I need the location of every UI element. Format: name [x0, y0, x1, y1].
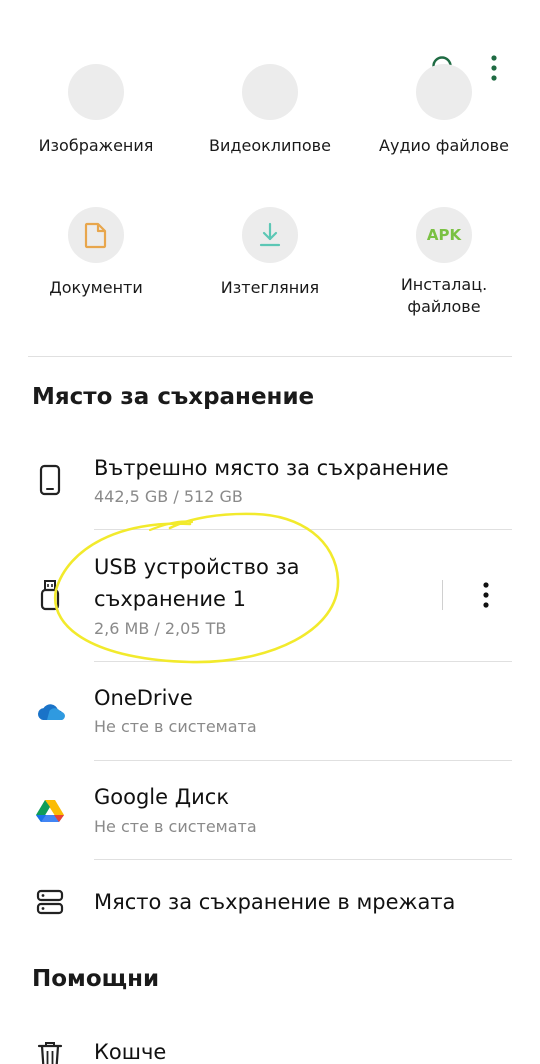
category-videos-label[interactable]: Видеоклипове: [185, 135, 355, 157]
usb-storage-usage: 2,6 MB / 2,05 TB: [94, 619, 227, 638]
usb-icon: [30, 575, 70, 615]
category-installation-files-label[interactable]: Инсталац. файлове: [359, 274, 529, 318]
category-audio-label[interactable]: Аудио файлове: [359, 135, 529, 157]
usb-row-separator: [442, 580, 443, 610]
more-vertical-icon: [483, 582, 489, 608]
network-storage-title: Място за съхранение в мрежата: [94, 890, 456, 914]
utilities-section-title: Помощни: [32, 966, 160, 992]
onedrive-icon: [30, 692, 70, 732]
usb-more-options-button[interactable]: [470, 575, 502, 615]
my-files-screen: Изображения Видеоклипове Аудио файлове A…: [0, 0, 540, 1064]
network-storage-icon: [30, 882, 70, 922]
internal-storage-row[interactable]: Вътрешно място за съхранение 442,5 GB / …: [0, 444, 540, 530]
section-divider: [28, 356, 512, 357]
usb-storage-row[interactable]: USB устройство за съхранение 1 2,6 MB / …: [0, 530, 540, 660]
recycle-bin-row[interactable]: Кошче: [0, 1026, 540, 1064]
trash-icon: [30, 1036, 70, 1064]
google-drive-status: Не сте в системата: [94, 817, 257, 836]
category-images-label[interactable]: Изображения: [11, 135, 181, 157]
category-installation-files-button[interactable]: APK: [416, 207, 472, 263]
document-icon: [84, 222, 107, 249]
internal-storage-usage: 442,5 GB / 512 GB: [94, 487, 243, 506]
google-drive-title: Google Диск: [94, 785, 230, 809]
scroll-mask: [0, 0, 540, 94]
onedrive-status: Не сте в системата: [94, 717, 257, 736]
category-downloads-button[interactable]: [242, 207, 298, 263]
apk-icon: APK: [426, 226, 462, 244]
onedrive-title: OneDrive: [94, 686, 193, 710]
storage-section-title: Място за съхранение: [32, 384, 315, 410]
google-drive-row[interactable]: Google Диск Не сте в системата: [0, 761, 540, 859]
internal-storage-title: Вътрешно място за съхранение: [94, 456, 449, 480]
usb-storage-title: USB устройство за съхранение 1: [94, 555, 300, 611]
recycle-bin-title: Кошче: [94, 1040, 167, 1064]
category-downloads-label[interactable]: Изтегляния: [185, 277, 355, 299]
phone-icon: [30, 460, 70, 500]
google-drive-icon: [30, 791, 70, 831]
category-documents-label[interactable]: Документи: [11, 277, 181, 299]
download-icon: [259, 222, 281, 247]
category-documents-button[interactable]: [68, 207, 124, 263]
network-storage-row[interactable]: Място за съхранение в мрежата: [0, 860, 540, 944]
onedrive-row[interactable]: OneDrive Не сте в системата: [0, 662, 540, 760]
